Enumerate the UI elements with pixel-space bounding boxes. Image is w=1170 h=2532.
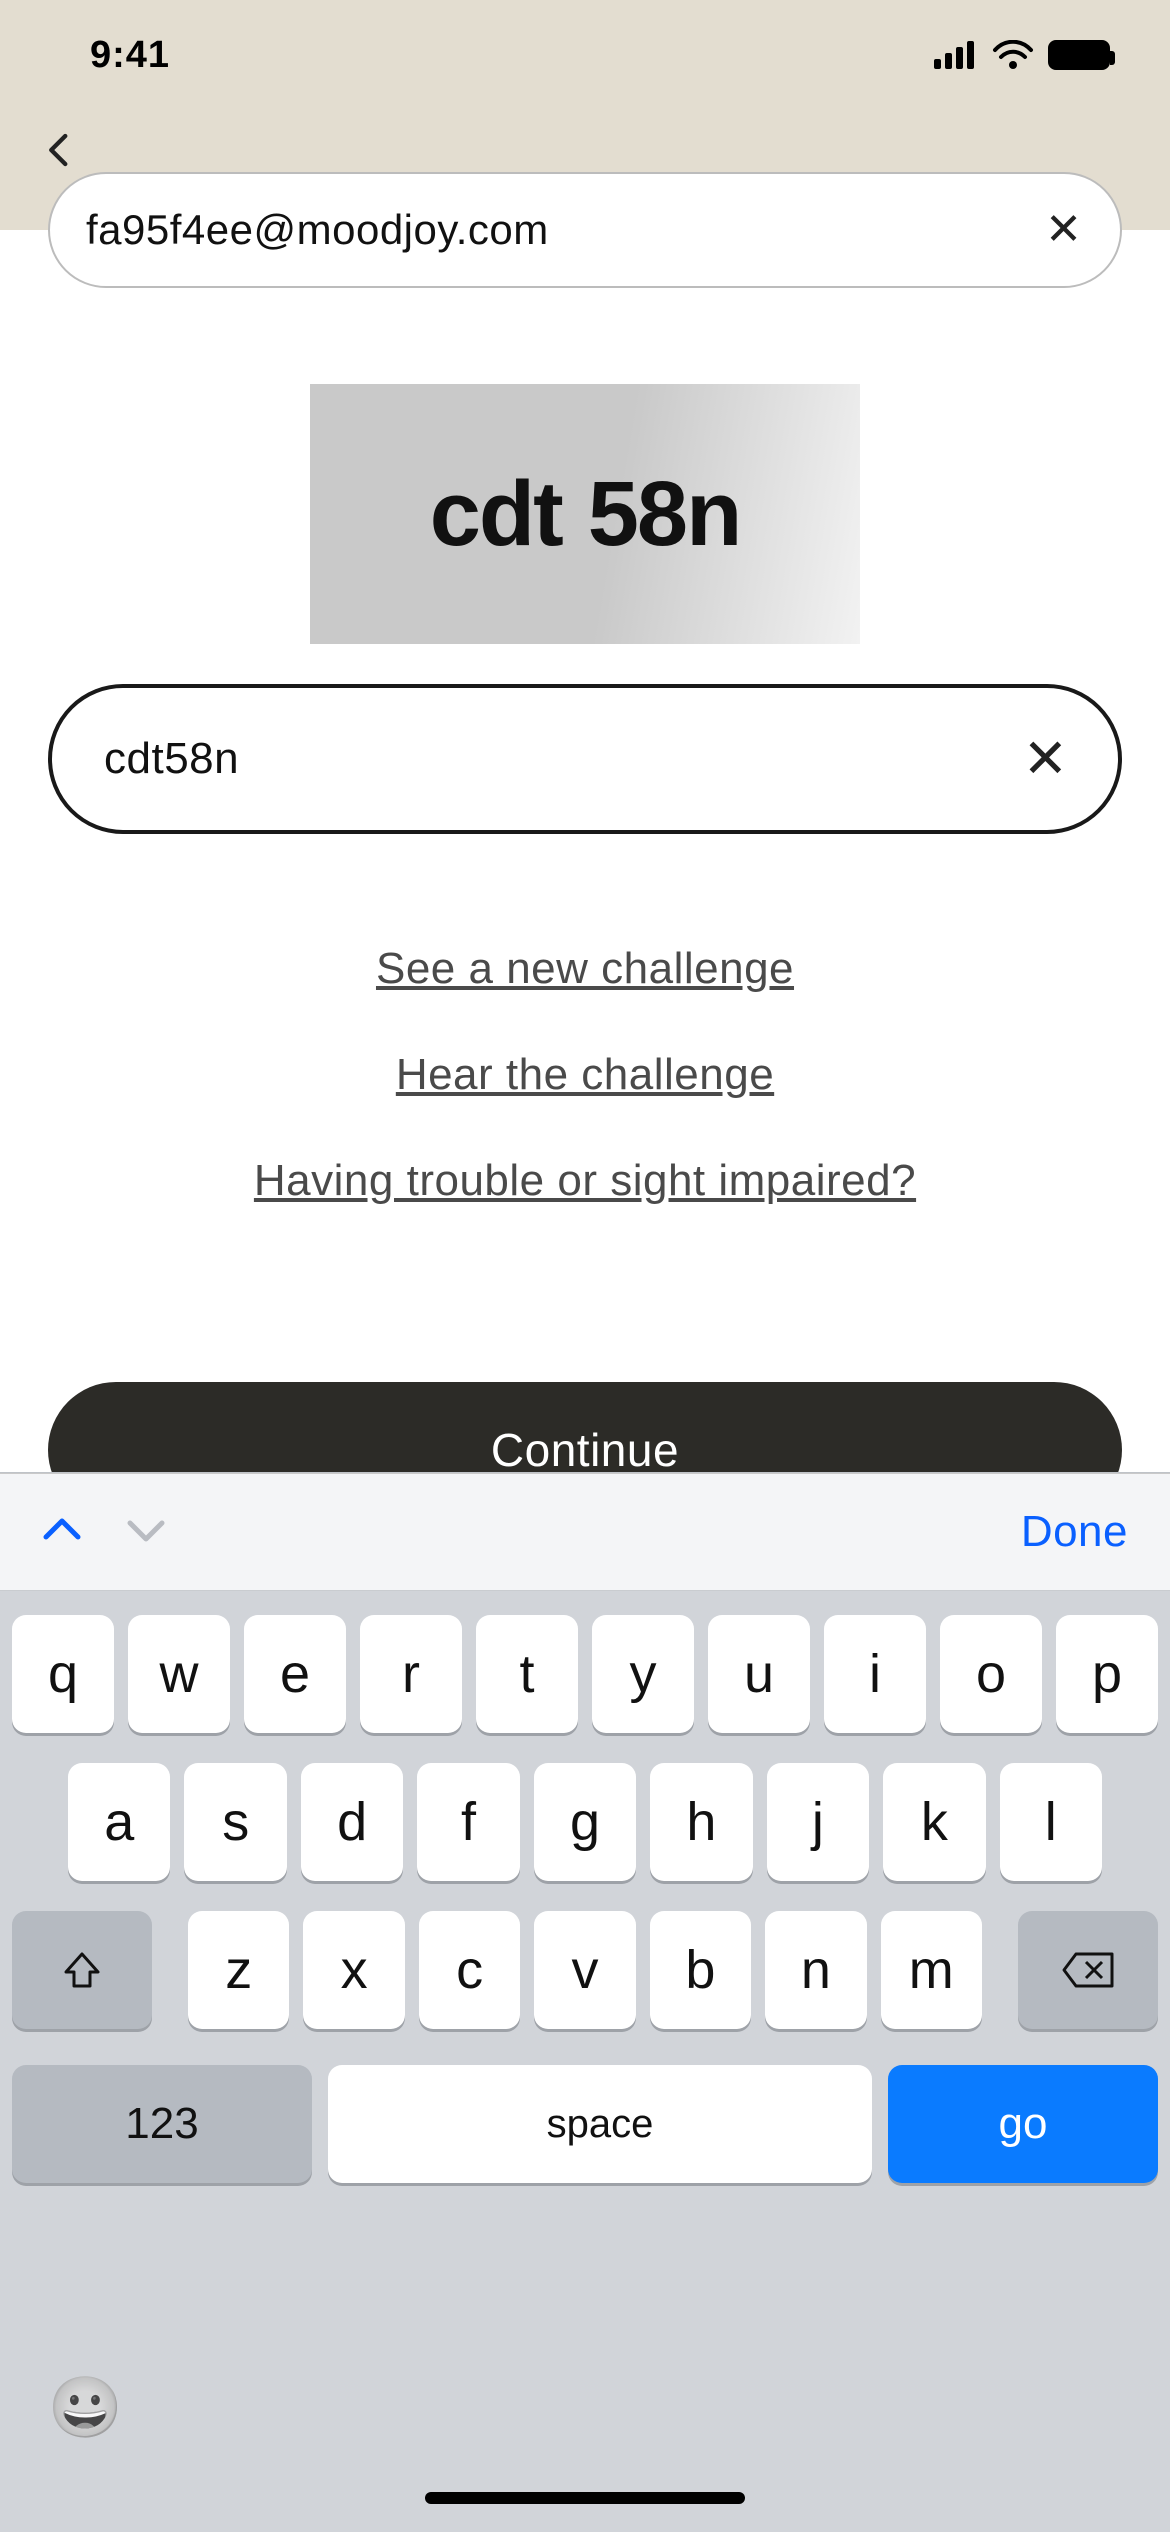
cellular-signal-icon xyxy=(934,41,978,69)
emoji-button[interactable]: 😀 xyxy=(48,2372,123,2443)
shift-key[interactable] xyxy=(12,1911,152,2029)
form-nav-arrows xyxy=(42,1515,166,1550)
captcha-text: cdt58n xyxy=(430,462,741,567)
key-b[interactable]: b xyxy=(650,1911,751,2029)
key-g[interactable]: g xyxy=(534,1763,636,1881)
status-time: 9:41 xyxy=(90,34,170,77)
key-e[interactable]: e xyxy=(244,1615,346,1733)
key-i[interactable]: i xyxy=(824,1615,926,1733)
key-j[interactable]: j xyxy=(767,1763,869,1881)
email-input[interactable] xyxy=(86,206,1035,254)
keyboard-rows: qwertyuiop asdfghjkl zxcvbnm 123 space g… xyxy=(0,1591,1170,2342)
key-u[interactable]: u xyxy=(708,1615,810,1733)
status-indicators xyxy=(934,40,1110,70)
clear-captcha-button[interactable]: ✕ xyxy=(1013,722,1078,796)
key-t[interactable]: t xyxy=(476,1615,578,1733)
key-a[interactable]: a xyxy=(68,1763,170,1881)
battery-icon xyxy=(1048,40,1110,70)
key-p[interactable]: p xyxy=(1056,1615,1158,1733)
keyboard-row-4: 123 space go xyxy=(12,2059,1158,2183)
key-l[interactable]: l xyxy=(1000,1763,1102,1881)
key-z[interactable]: z xyxy=(188,1911,289,2029)
key-c[interactable]: c xyxy=(419,1911,520,2029)
keyboard-accessory-bar: Done xyxy=(0,1473,1170,1591)
captcha-image: cdt58n xyxy=(310,384,860,644)
key-q[interactable]: q xyxy=(12,1615,114,1733)
email-input-wrap[interactable]: ✕ xyxy=(48,172,1122,288)
key-d[interactable]: d xyxy=(301,1763,403,1881)
keyboard: Done qwertyuiop asdfghjkl zxcvbnm 123 sp… xyxy=(0,1472,1170,2532)
keyboard-row-1: qwertyuiop xyxy=(12,1615,1158,1733)
key-w[interactable]: w xyxy=(128,1615,230,1733)
next-field-button[interactable] xyxy=(126,1515,166,1550)
back-button[interactable] xyxy=(20,110,100,190)
key-s[interactable]: s xyxy=(184,1763,286,1881)
key-n[interactable]: n xyxy=(765,1911,866,2029)
wifi-icon xyxy=(992,40,1034,70)
new-challenge-link[interactable]: See a new challenge xyxy=(48,944,1122,994)
keyboard-row-3: zxcvbnm xyxy=(12,1911,1158,2029)
captcha-input-wrap[interactable]: ✕ xyxy=(48,684,1122,834)
key-r[interactable]: r xyxy=(360,1615,462,1733)
clear-email-button[interactable]: ✕ xyxy=(1035,198,1092,262)
go-key[interactable]: go xyxy=(888,2065,1158,2183)
trouble-link[interactable]: Having trouble or sight impaired? xyxy=(48,1156,1122,1206)
home-indicator[interactable] xyxy=(425,2492,745,2504)
key-y[interactable]: y xyxy=(592,1615,694,1733)
keyboard-done-button[interactable]: Done xyxy=(1021,1507,1128,1557)
captcha-links: See a new challenge Hear the challenge H… xyxy=(48,944,1122,1206)
numbers-key[interactable]: 123 xyxy=(12,2065,312,2183)
hear-challenge-link[interactable]: Hear the challenge xyxy=(48,1050,1122,1100)
key-h[interactable]: h xyxy=(650,1763,752,1881)
key-v[interactable]: v xyxy=(534,1911,635,2029)
key-m[interactable]: m xyxy=(881,1911,982,2029)
keyboard-row-2: asdfghjkl xyxy=(12,1763,1158,1881)
space-key[interactable]: space xyxy=(328,2065,872,2183)
key-x[interactable]: x xyxy=(303,1911,404,2029)
key-o[interactable]: o xyxy=(940,1615,1042,1733)
captcha-input[interactable] xyxy=(104,734,1013,784)
status-bar: 9:41 xyxy=(0,0,1170,110)
key-k[interactable]: k xyxy=(883,1763,985,1881)
main-content: ✕ cdt58n ✕ See a new challenge Hear the … xyxy=(0,172,1170,1683)
key-f[interactable]: f xyxy=(417,1763,519,1881)
backspace-key[interactable] xyxy=(1018,1911,1158,2029)
prev-field-button[interactable] xyxy=(42,1515,82,1550)
